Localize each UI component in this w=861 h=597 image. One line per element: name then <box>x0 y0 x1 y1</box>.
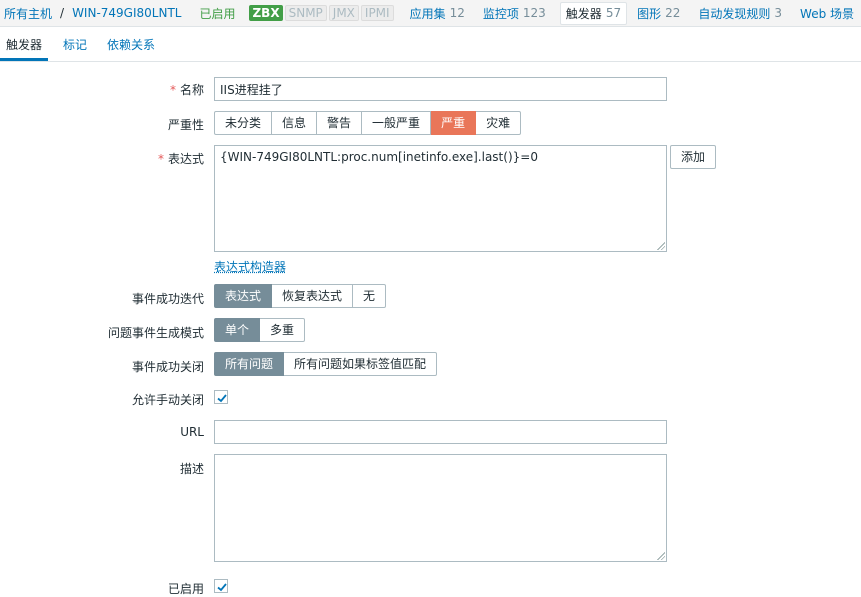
severity-warning[interactable]: 警告 <box>317 111 363 135</box>
severity-high[interactable]: 严重 <box>431 111 477 135</box>
severity-label: 严重性 <box>167 118 204 132</box>
discovery-rules-link[interactable]: 自动发现规则 3 <box>698 5 782 22</box>
ok-event-expression[interactable]: 表达式 <box>214 284 273 308</box>
add-expression-button[interactable]: 添加 <box>670 145 717 169</box>
discovery-rules-label[interactable]: 自动发现规则 <box>698 5 770 22</box>
ok-event-label: 事件成功迭代 <box>131 292 204 306</box>
enabled-checkbox[interactable] <box>214 579 228 593</box>
problem-mode-label: 问题事件生成模式 <box>107 326 204 340</box>
ok-close-selector: 所有问题 所有问题如果标签值匹配 <box>214 352 438 376</box>
name-input[interactable]: IIS进程挂了 <box>214 77 667 101</box>
ok-close-label: 事件成功关闭 <box>131 360 204 374</box>
host-link[interactable]: WIN-749GI80LNTL <box>72 6 181 20</box>
graphs-link[interactable]: 图形 22 <box>637 5 680 22</box>
resize-handle-icon[interactable] <box>657 552 665 560</box>
severity-information[interactable]: 信息 <box>272 111 318 135</box>
manual-close-label: 允许手动关闭 <box>131 393 204 407</box>
items-count: 123 <box>522 6 546 20</box>
severity-disaster[interactable]: 灾难 <box>476 111 522 135</box>
host-status-enabled[interactable]: 已启用 <box>199 5 235 22</box>
zbx-badge: ZBX <box>249 5 283 21</box>
snmp-badge: SNMP <box>284 5 327 21</box>
web-scenarios-link[interactable]: Web 场景 <box>800 5 854 22</box>
ok-event-none[interactable]: 无 <box>353 284 387 308</box>
severity-average[interactable]: 一般严重 <box>362 111 432 135</box>
expression-textarea[interactable]: {WIN-749GI80LNTL:proc.num[inetinfo.exe].… <box>214 145 667 252</box>
expression-label: * 表达式 <box>24 150 204 167</box>
description-textarea[interactable] <box>214 454 667 562</box>
jmx-badge: JMX <box>328 5 359 21</box>
resize-handle-icon[interactable] <box>657 242 665 250</box>
name-label-text: 名称 <box>179 83 204 97</box>
checkmark-icon <box>217 583 227 592</box>
enabled-label: 已启用 <box>167 582 204 596</box>
tab-trigger[interactable]: 触发器 <box>0 27 49 61</box>
problem-mode-selector: 单个 多重 <box>214 318 306 342</box>
applications-count: 12 <box>449 6 465 20</box>
ok-close-tag-match[interactable]: 所有问题如果标签值匹配 <box>284 352 438 376</box>
ok-event-recovery-expression[interactable]: 恢复表达式 <box>272 284 354 308</box>
checkmark-icon <box>217 394 227 403</box>
expression-builder-link[interactable]: 表达式构造器 <box>214 258 286 275</box>
problem-mode-single[interactable]: 单个 <box>214 318 261 342</box>
description-label: 描述 <box>179 462 204 476</box>
interface-badges: ZBX SNMP JMX IPMI <box>249 5 395 21</box>
items-label[interactable]: 监控项 <box>483 5 519 22</box>
triggers-link[interactable]: 触发器 57 <box>559 1 628 25</box>
manual-close-checkbox[interactable] <box>214 390 228 404</box>
problem-mode-multiple[interactable]: 多重 <box>260 318 306 342</box>
discovery-rules-count: 3 <box>774 6 783 20</box>
expression-label-text: 表达式 <box>167 152 204 166</box>
url-input[interactable] <box>214 420 667 444</box>
ipmi-badge: IPMI <box>360 5 394 21</box>
triggers-label[interactable]: 触发器 <box>566 5 602 22</box>
applications-link[interactable]: 应用集 12 <box>410 5 465 22</box>
applications-label[interactable]: 应用集 <box>410 5 446 22</box>
host-navigation-bar: 所有主机 / WIN-749GI80LNTL 已启用 ZBX SNMP JMX … <box>0 0 861 27</box>
graphs-count: 22 <box>665 6 681 20</box>
ok-close-all-problems[interactable]: 所有问题 <box>214 352 285 376</box>
severity-not-classified[interactable]: 未分类 <box>214 111 273 135</box>
graphs-label[interactable]: 图形 <box>637 5 661 22</box>
url-label: URL <box>180 425 204 439</box>
ok-event-selector: 表达式 恢复表达式 无 <box>214 284 387 308</box>
triggers-count: 57 <box>605 6 622 20</box>
name-input-value: IIS进程挂了 <box>220 82 283 97</box>
tab-dependencies[interactable]: 依赖关系 <box>101 27 161 60</box>
required-marker: * <box>169 83 176 97</box>
all-hosts-link[interactable]: 所有主机 <box>4 5 52 22</box>
required-marker: * <box>157 152 164 166</box>
tab-tags[interactable]: 标记 <box>57 27 93 60</box>
name-label: * 名称 <box>24 81 204 98</box>
expression-value: {WIN-749GI80LNTL:proc.num[inetinfo.exe].… <box>220 150 538 164</box>
items-link[interactable]: 监控项 123 <box>483 5 546 22</box>
form-tabs: 触发器 标记 依赖关系 <box>0 27 861 62</box>
web-scenarios-label[interactable]: Web 场景 <box>800 5 854 22</box>
breadcrumb-separator: / <box>60 6 65 20</box>
severity-selector: 未分类 信息 警告 一般严重 严重 灾难 <box>214 111 522 135</box>
